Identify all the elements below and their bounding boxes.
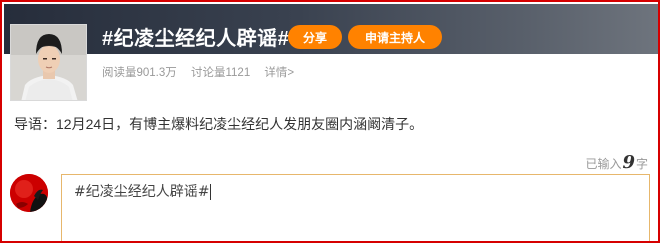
topic-stats: 阅读量901.3万 讨论量1121 详情> xyxy=(102,64,305,80)
char-counter-suffix: 字 xyxy=(635,157,648,171)
topic-host-avatar[interactable] xyxy=(10,24,87,101)
share-button[interactable]: 分享 xyxy=(288,25,342,49)
read-count: 阅读量901.3万 xyxy=(102,67,177,79)
apply-host-button[interactable]: 申请主持人 xyxy=(348,25,442,49)
char-counter: 已输入 9 字 xyxy=(585,152,648,173)
char-counter-prefix: 已输入 xyxy=(585,157,622,171)
char-counter-value: 9 xyxy=(622,152,635,173)
topic-title: #纪凌尘经纪人辟谣# xyxy=(102,28,290,50)
post-compose-textarea[interactable]: #纪凌尘经纪人辟谣# xyxy=(61,174,650,241)
text-caret xyxy=(210,184,212,200)
user-avatar[interactable] xyxy=(10,174,48,212)
compose-text: #纪凌尘经纪人辟谣# xyxy=(74,181,212,201)
compose-value: #纪凌尘经纪人辟谣# xyxy=(74,184,210,200)
details-link[interactable]: 详情> xyxy=(264,67,294,79)
discussion-count: 讨论量1121 xyxy=(190,67,251,79)
screenshot-frame: #纪凌尘经纪人辟谣# 分享 申请主持人 阅读量901.3万 讨论量1121 详情… xyxy=(0,0,660,243)
topic-intro: 导语：12月24日，有博主爆料纪凌尘经纪人发朋友圈内涵阚清子。 xyxy=(14,116,424,132)
